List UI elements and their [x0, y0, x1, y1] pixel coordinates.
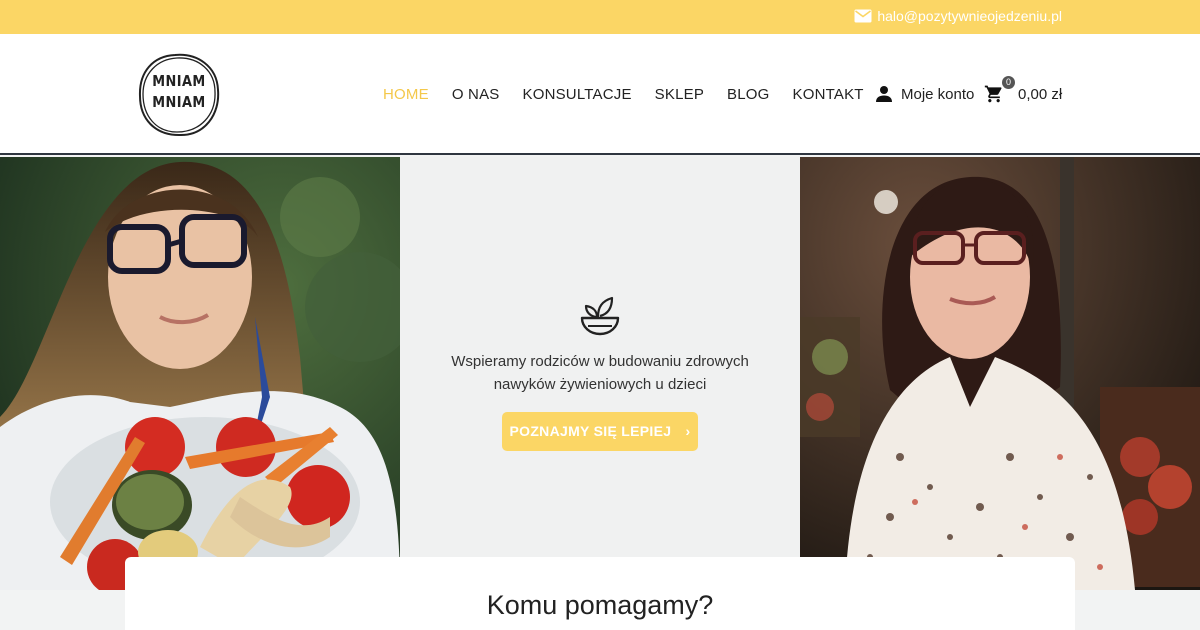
site-logo[interactable]: MNIAM MNIAM [137, 52, 221, 138]
section-card: Komu pomagamy? [125, 557, 1075, 630]
hero-photo-right [800, 157, 1200, 590]
my-account-link[interactable]: Moje konto [875, 85, 974, 103]
contact-email-link[interactable]: halo@pozytywnieojedzeniu.pl [854, 8, 1062, 24]
cart-icon [984, 85, 1002, 103]
hero-tagline-line-1: Wspieramy rodziców w budowaniu zdrowych [451, 353, 749, 370]
site-header: MNIAM MNIAM HOME O NAS KONSULTACJE SKLEP… [0, 34, 1200, 155]
main-navigation: HOME O NAS KONSULTACJE SKLEP BLOG KONTAK… [383, 86, 887, 103]
logo-text: MNIAM MNIAM [143, 71, 215, 113]
hero-tagline: Wspieramy rodziców w budowaniu zdrowych … [400, 350, 800, 396]
nav-item-konsultacje[interactable]: KONSULTACJE [523, 86, 632, 103]
hero-tagline-line-2: nawyków żywieniowych u dzieci [493, 376, 707, 393]
top-contact-bar: halo@pozytywnieojedzeniu.pl [0, 0, 1200, 34]
cart-count-badge: 0 [1002, 76, 1015, 89]
cart-link[interactable]: 0 0,00 zł [984, 76, 1062, 104]
salad-bowl-icon [580, 296, 620, 336]
get-to-know-us-button[interactable]: POZNAJMY SIĘ LEPIEJ › [502, 412, 698, 451]
logo-line-1: MNIAM [152, 72, 206, 90]
cta-label[interactable]: POZNAJMY SIĘ LEPIEJ [510, 423, 672, 439]
chevron-right-icon: › [685, 423, 691, 439]
nav-item-kontakt[interactable]: KONTAKT [793, 86, 864, 103]
logo-line-2: MNIAM [152, 93, 206, 111]
nav-item-sklep[interactable]: SKLEP [655, 86, 704, 103]
nav-item-blog[interactable]: BLOG [727, 86, 769, 103]
hero-photo-left [0, 157, 400, 590]
cart-total[interactable]: 0,00 zł [1018, 86, 1062, 103]
user-icon [876, 86, 892, 102]
nav-item-home[interactable]: HOME [383, 86, 429, 103]
contact-email-text[interactable]: halo@pozytywnieojedzeniu.pl [877, 8, 1062, 24]
section-title: Komu pomagamy? [486, 590, 714, 620]
nav-item-o-nas[interactable]: O NAS [452, 86, 500, 103]
hero-intro-panel: Wspieramy rodziców w budowaniu zdrowych … [400, 157, 800, 557]
mail-icon [854, 9, 872, 23]
my-account-label[interactable]: Moje konto [901, 86, 974, 103]
